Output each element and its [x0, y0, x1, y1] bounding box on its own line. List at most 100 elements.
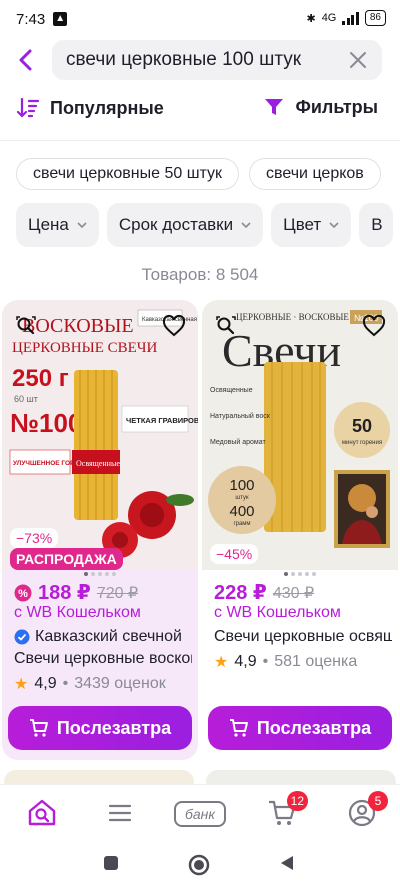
- star-icon: ★: [14, 676, 29, 693]
- bank-button[interactable]: банк: [174, 801, 226, 827]
- filter-chip-price[interactable]: Цена: [16, 203, 99, 247]
- chevron-down-icon: [241, 222, 251, 229]
- image-header: ЦЕРКОВНЫЕ · ВОСКОВЫЕ: [236, 312, 349, 322]
- status-icons: ✱ 4G 86: [306, 10, 386, 26]
- product-card[interactable]: ЦЕРКОВНЫЕ · ВОСКОВЫЕ №100 Свечи Освященн…: [202, 300, 398, 760]
- product-name[interactable]: Свечи церковные восковые: [14, 650, 192, 668]
- reviews-count: 3439 оценок: [74, 675, 166, 692]
- back-icon[interactable]: [278, 854, 296, 872]
- sort-button[interactable]: Популярные: [16, 96, 164, 120]
- cart-nav[interactable]: 12: [266, 791, 308, 829]
- status-bar: 7:43 ▲ ✱ 4G 86: [0, 0, 400, 38]
- star-icon: ★: [214, 654, 229, 671]
- home-search-icon[interactable]: [26, 797, 58, 829]
- recents-icon[interactable]: [102, 854, 120, 872]
- back-arrow-icon[interactable]: [12, 46, 40, 74]
- price-row: % 188 ₽ 720 ₽: [14, 580, 138, 605]
- image-pieces: 100: [229, 477, 254, 494]
- wallet-note: с WB Кошельком: [14, 604, 141, 621]
- suggestion-chips: свечи церковные 50 штук свечи церков: [16, 158, 381, 190]
- image-pieces: 60 шт: [14, 394, 38, 404]
- icon-painting: [334, 470, 390, 548]
- clear-icon[interactable]: [348, 50, 368, 70]
- image-number: №100: [10, 408, 82, 438]
- price-row: 228 ₽ 430 ₽: [214, 580, 314, 605]
- candle-bundle: Освященные: [72, 370, 120, 520]
- filter-chip-more[interactable]: В: [359, 203, 393, 247]
- search-bar: свечи церковные 100 штук: [0, 38, 400, 84]
- image-bullet: Освященные: [210, 387, 253, 394]
- image-bullet: Медовый аромат: [210, 438, 266, 446]
- filters-label: Фильтры: [295, 96, 378, 117]
- rating-row: ★ 4,9 • 581 оценка: [214, 652, 392, 672]
- product-image[interactable]: ЦЕРКОВНЫЕ · ВОСКОВЫЕ №100 Свечи Освященн…: [202, 300, 398, 570]
- suggestion-chip[interactable]: свечи церков: [249, 158, 381, 190]
- delivery-label: Послезавтра: [256, 717, 372, 738]
- image-pieces-label: штук: [235, 495, 249, 501]
- image-grams-label: грамм: [233, 521, 250, 527]
- bottom-navigation: банк 12 5: [0, 784, 400, 840]
- sort-label: Популярные: [50, 97, 164, 118]
- add-to-cart-button[interactable]: Послезавтра: [8, 706, 192, 750]
- filter-chip-label: Цена: [28, 215, 69, 234]
- cart-icon: [29, 719, 48, 737]
- divider: [0, 140, 400, 141]
- heart-icon[interactable]: [162, 314, 186, 338]
- system-navigation-bar: [0, 840, 400, 889]
- delivery-label: Послезавтра: [56, 717, 172, 738]
- sort-filter-row: Популярные Фильтры: [0, 92, 400, 130]
- network-label: 4G: [321, 12, 337, 24]
- reviews-count: 581 оценка: [274, 653, 358, 670]
- brand-name: Кавказский свечной: [35, 628, 182, 645]
- reviews-separator: •: [62, 675, 69, 692]
- image-minutes-label: минут горения: [342, 440, 382, 446]
- reviews-separator: •: [262, 653, 269, 670]
- suggestion-chip[interactable]: свечи церковные 50 штук: [16, 158, 240, 190]
- product-name[interactable]: Свечи церковные освященные: [214, 628, 392, 646]
- sort-icon: [16, 97, 40, 118]
- filter-chip-delivery[interactable]: Срок доставки: [106, 203, 264, 247]
- notification-icon: ▲: [53, 12, 68, 26]
- old-price: 720 ₽: [96, 584, 139, 602]
- cart-icon: [229, 719, 248, 737]
- filter-chip-label: Срок доставки: [118, 215, 234, 234]
- image-grams: 400: [229, 503, 254, 520]
- add-to-cart-button[interactable]: Послезавтра: [208, 706, 392, 750]
- bluetooth-icon: ✱: [306, 12, 316, 25]
- home-icon[interactable]: [188, 854, 210, 876]
- results-count: Товаров: 8 504: [141, 265, 259, 284]
- signal-icon: [342, 11, 359, 25]
- chevron-down-icon: [77, 222, 87, 229]
- battery-icon: 86: [364, 10, 386, 26]
- filter-chips: Цена Срок доставки Цвет В: [16, 203, 393, 247]
- old-price: 430 ₽: [272, 584, 315, 602]
- similar-search-icon[interactable]: [216, 316, 236, 336]
- price: 228 ₽: [214, 582, 267, 604]
- image-minutes: 50: [352, 416, 372, 436]
- rating-value: 4,9: [34, 675, 57, 692]
- sale-percent-icon: %: [14, 584, 32, 601]
- sale-badge: РАСПРОДАЖА: [10, 548, 123, 570]
- brand-row[interactable]: Кавказский свечной: [14, 628, 190, 646]
- image-subtitle: ЦЕРКОВНЫЕ СВЕЧИ: [12, 340, 158, 356]
- image-pager-dots: [84, 572, 116, 576]
- rating-row: ★ 4,9 • 3439 оценок: [14, 674, 192, 694]
- cart-badge: 12: [286, 791, 308, 811]
- menu-icon[interactable]: [104, 797, 136, 829]
- filter-chip-label: Цвет: [283, 215, 322, 234]
- search-input[interactable]: свечи церковные 100 штук: [52, 40, 382, 80]
- filter-chip-color[interactable]: Цвет: [271, 203, 352, 247]
- similar-search-icon[interactable]: [16, 316, 36, 336]
- product-card[interactable]: ВОСКОВЫЕ ЦЕРКОВНЫЕ СВЕЧИ Кавказская свеч…: [2, 300, 198, 760]
- filter-funnel-icon: [265, 99, 284, 115]
- svg-text:%: %: [18, 588, 28, 600]
- discount-badge: −73%: [10, 528, 59, 548]
- image-title: ВОСКОВЫЕ: [22, 315, 134, 337]
- status-time: 7:43: [16, 10, 46, 28]
- profile-nav[interactable]: 5: [346, 791, 388, 829]
- search-query[interactable]: свечи церковные 100 штук: [66, 49, 301, 71]
- chevron-down-icon: [329, 222, 339, 229]
- heart-icon[interactable]: [362, 314, 386, 338]
- filters-button[interactable]: Фильтры: [263, 96, 378, 118]
- profile-badge: 5: [368, 791, 388, 811]
